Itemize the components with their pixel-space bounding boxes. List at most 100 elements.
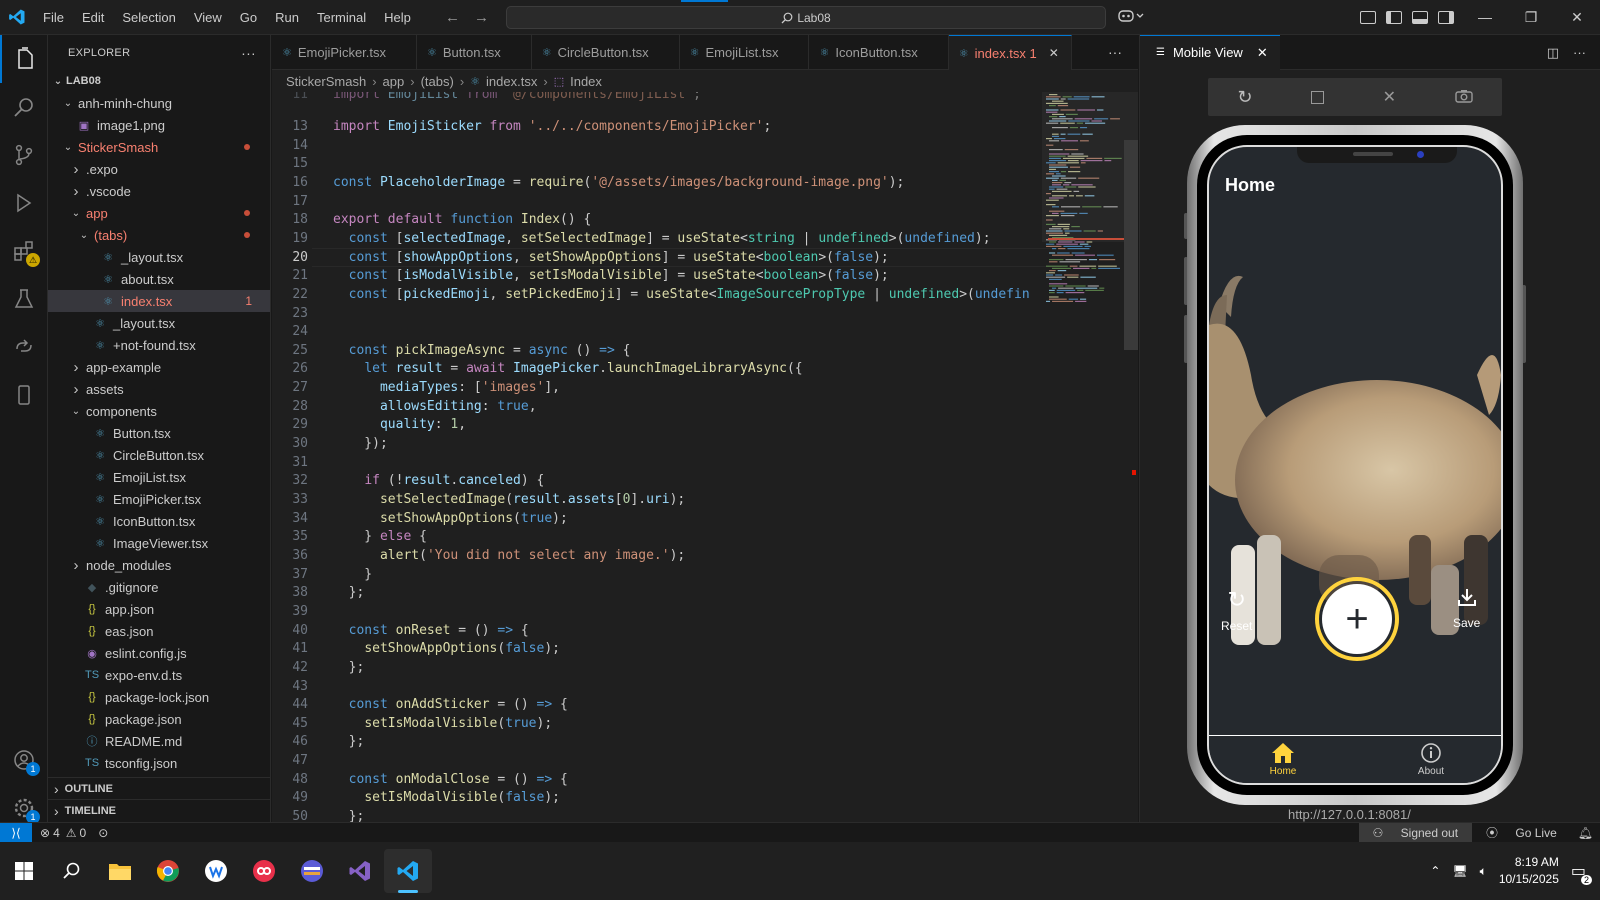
menu-terminal[interactable]: Terminal <box>308 0 375 35</box>
minimize-icon[interactable]: — <box>1462 0 1508 35</box>
tree-file[interactable]: ⚛ +not-found.tsx <box>48 334 270 356</box>
tree-file[interactable]: ⚛ ImageViewer.tsx <box>48 532 270 554</box>
visual-studio-icon[interactable] <box>336 849 384 893</box>
toggle-primary-sidebar-icon[interactable] <box>1386 11 1402 24</box>
tree-file[interactable]: {} package-lock.json <box>48 686 270 708</box>
tree-file[interactable]: ▣ image1.png <box>48 114 270 136</box>
tree-file[interactable]: ⚛ EmojiList.tsx <box>48 466 270 488</box>
source-control-icon[interactable] <box>0 131 48 179</box>
stop-icon[interactable] <box>1311 90 1325 104</box>
app-icon-2[interactable] <box>240 849 288 893</box>
vertical-scrollbar[interactable] <box>1124 140 1138 350</box>
toggle-secondary-sidebar-icon[interactable] <box>1438 11 1454 24</box>
testing-icon[interactable] <box>0 275 48 323</box>
tree-root[interactable]: ⌄ LAB08 <box>48 70 270 92</box>
close-icon[interactable]: ✕ <box>1383 87 1396 107</box>
file-explorer-icon[interactable] <box>96 849 144 893</box>
tree-file[interactable]: {} eas.json <box>48 620 270 642</box>
restore-icon[interactable]: ❐ <box>1508 0 1554 35</box>
tab-about[interactable]: About <box>1357 736 1501 783</box>
menu-help[interactable]: Help <box>375 0 420 35</box>
remote-indicator-icon[interactable]: ⟩⟨ <box>0 822 32 843</box>
forward-arrow-icon[interactable]: → <box>474 0 489 35</box>
save-option[interactable]: Save <box>1453 587 1480 630</box>
editor-tab[interactable]: ⚛ IconButton.tsx <box>809 35 949 70</box>
tree-file[interactable]: {} app.json <box>48 598 270 620</box>
editor-tab[interactable]: ⚛ CircleButton.tsx <box>532 35 680 70</box>
menu-selection[interactable]: Selection <box>113 0 184 35</box>
tree-file[interactable]: ⚛ _layout.tsx <box>48 246 270 268</box>
section-timeline[interactable]: › TIMELINE <box>48 799 270 821</box>
problems-indicator[interactable]: ⊗ 4 ⚠ 0 <box>32 826 94 840</box>
tree-file[interactable]: ⚛ Button.tsx <box>48 422 270 444</box>
menu-run[interactable]: Run <box>266 0 308 35</box>
tree-folder[interactable]: › app-example <box>48 356 270 378</box>
account-icon[interactable]: 1 <box>0 736 48 784</box>
chevron-up-icon[interactable]: ⌃ <box>1430 864 1440 878</box>
extensions-icon[interactable]: ⚠ <box>0 227 48 275</box>
signed-out-status[interactable]: ⚇ Signed out <box>1358 823 1473 843</box>
tree-file[interactable]: ⚛ CircleButton.tsx <box>48 444 270 466</box>
tree-file[interactable]: TS expo-env.d.ts <box>48 664 270 686</box>
tree-folder[interactable]: › node_modules <box>48 554 270 576</box>
tree-file[interactable]: ◆ .gitignore <box>48 576 270 598</box>
app-icon-1[interactable] <box>192 849 240 893</box>
split-editor-icon[interactable]: ◫ <box>1547 35 1559 70</box>
customize-layout-icon[interactable] <box>1360 11 1376 24</box>
breadcrumb-item[interactable]: app <box>383 74 405 89</box>
breadcrumb-item[interactable]: index.tsx <box>486 74 537 89</box>
tree-file[interactable]: {} package.json <box>48 708 270 730</box>
run-debug-icon[interactable] <box>0 179 48 227</box>
toggle-panel-icon[interactable] <box>1412 11 1428 24</box>
close-icon[interactable]: ✕ <box>1049 46 1059 60</box>
tree-folder[interactable]: › .expo <box>48 158 270 180</box>
files-icon[interactable] <box>0 35 48 83</box>
editor-tab[interactable]: ⚛ EmojiPicker.tsx <box>272 35 418 70</box>
camera-icon[interactable] <box>1454 89 1473 106</box>
search-icon[interactable] <box>48 849 96 893</box>
tree-folder[interactable]: › .vscode <box>48 180 270 202</box>
tab-mobile-view[interactable]: ☰ Mobile View ✕ <box>1140 34 1280 70</box>
close-window-icon[interactable]: ✕ <box>1554 0 1600 35</box>
tree-file[interactable]: ⚛ index.tsx 1 <box>48 290 270 312</box>
section-outline[interactable]: › OUTLINE <box>48 777 270 799</box>
close-icon[interactable]: ✕ <box>1257 45 1268 61</box>
broadcast-icon[interactable]: ⊙ <box>94 826 112 840</box>
tree-file[interactable]: TS tsconfig.json <box>48 752 270 774</box>
tree-file[interactable]: ◉ eslint.config.js <box>48 642 270 664</box>
explorer-more-icon[interactable]: ··· <box>241 45 256 61</box>
tree-file[interactable]: ⚛ _layout.tsx <box>48 312 270 334</box>
menu-go[interactable]: Go <box>231 0 266 35</box>
app-icon-3[interactable] <box>288 849 336 893</box>
tree-file[interactable]: ⓘ README.md <box>48 730 270 752</box>
code-editor[interactable]: 11 import EmojiList from '@/components/Em… <box>272 92 1138 842</box>
tree-folder[interactable]: ⌄ anh-minh-chung <box>48 92 270 114</box>
breadcrumb-item[interactable]: StickerSmash <box>286 74 366 89</box>
command-center-search[interactable]: Lab08 <box>506 6 1106 29</box>
vscode-logo-icon[interactable] <box>0 0 34 35</box>
preview-url[interactable]: http://127.0.0.1:8081/ <box>1288 807 1411 822</box>
tree-folder[interactable]: ⌄ components <box>48 400 270 422</box>
clock[interactable]: 8:19 AM 10/15/2025 <box>1499 854 1559 888</box>
editor-tab[interactable]: ⚛ EmojiList.tsx <box>680 35 810 70</box>
back-arrow-icon[interactable]: ← <box>445 0 460 35</box>
go-live-button[interactable]: ⦿ Go Live <box>1472 823 1571 843</box>
volume-icon[interactable]: 🔈︎ <box>1480 864 1487 879</box>
notifications-bell-icon[interactable]: 🔔︎ <box>1571 823 1600 843</box>
breadcrumb-item[interactable]: Index <box>570 74 602 89</box>
reset-option[interactable]: ↻ Reset <box>1221 587 1252 633</box>
vscode-icon[interactable] <box>384 849 432 893</box>
notification-center-icon[interactable]: ▭ 2 <box>1571 861 1592 885</box>
tree-file[interactable]: ⚛ IconButton.tsx <box>48 510 270 532</box>
breadcrumb-item[interactable]: (tabs) <box>421 74 454 89</box>
tree-folder[interactable]: ⌄ app <box>48 202 270 224</box>
menu-view[interactable]: View <box>185 0 231 35</box>
tree-file[interactable]: ⚛ about.tsx <box>48 268 270 290</box>
chrome-icon[interactable] <box>144 849 192 893</box>
tree-folder[interactable]: ⌄ (tabs) <box>48 224 270 246</box>
tree-file[interactable]: ⚛ EmojiPicker.tsx <box>48 488 270 510</box>
copilot-icon[interactable] <box>1118 8 1152 27</box>
search-icon[interactable] <box>0 83 48 131</box>
network-icon[interactable]: 🖥︎ <box>1452 864 1467 878</box>
add-sticker-button[interactable]: + <box>1315 577 1399 661</box>
